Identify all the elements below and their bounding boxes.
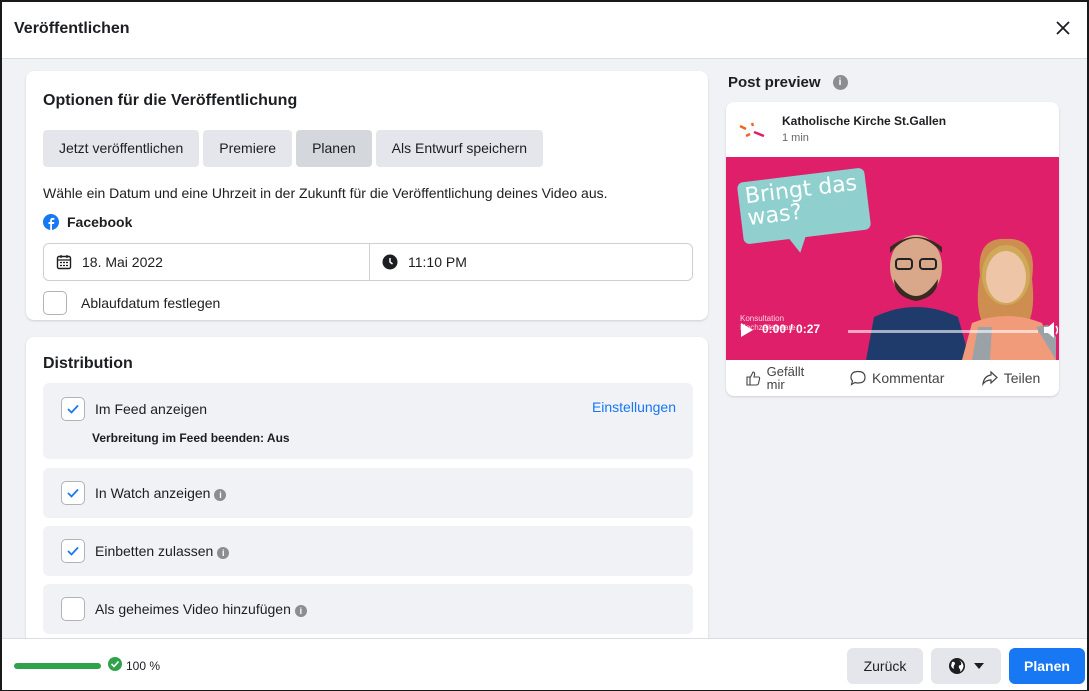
platform-label: Facebook — [43, 214, 132, 230]
back-button[interactable]: Zurück — [847, 648, 923, 684]
page-name: Katholische Kirche St.Gallen — [782, 114, 947, 128]
preview-title: Post preview i — [728, 74, 848, 91]
distribution-card: Distribution Im Feed anzeigen Einstellun… — [26, 337, 708, 638]
video-progress-track[interactable] — [848, 330, 1038, 333]
watch-checkbox[interactable] — [61, 481, 85, 505]
expiry-label: Ablaufdatum festlegen — [81, 295, 221, 311]
post-header: Katholische Kirche St.Gallen 1 min — [726, 102, 1059, 157]
feed-status: Verbreitung im Feed beenden: Aus — [92, 431, 290, 445]
secret-row: Als geheimes Video hinzufügen i — [61, 597, 307, 621]
globe-icon — [949, 658, 965, 674]
speech-bubble-tail — [781, 224, 815, 256]
date-value: 18. Mai 2022 — [82, 254, 163, 270]
video-time: 0:00 / 0:27 — [762, 322, 821, 336]
post-preview-card: Katholische Kirche St.Gallen 1 min Bring… — [726, 102, 1059, 396]
left-panel: Optionen für die Veröffentlichung Jetzt … — [2, 59, 720, 638]
dialog-footer: 100 % Zurück Planen — [2, 638, 1087, 690]
upload-progress-fill — [14, 663, 101, 669]
close-icon[interactable] — [1051, 16, 1075, 40]
check-icon — [67, 546, 79, 556]
like-label: Gefällt mir — [766, 364, 805, 392]
dialog-header: Veröffentlichen — [2, 2, 1087, 59]
facebook-icon — [43, 214, 59, 230]
thumbs-up-icon — [746, 371, 760, 386]
play-icon[interactable] — [740, 322, 754, 338]
check-circle-icon — [108, 657, 122, 671]
feed-row: Im Feed anzeigen — [61, 397, 207, 421]
schedule-description: Wähle ein Datum und eine Uhrzeit in der … — [43, 185, 608, 201]
share-button[interactable]: Teilen — [981, 370, 1041, 386]
post-actions: Gefällt mir Kommentar Teilen — [726, 360, 1059, 396]
time-value: 11:10 PM — [408, 254, 467, 270]
publish-mode-tabs: Jetzt veröffentlichen Premiere Planen Al… — [43, 130, 544, 167]
date-time-picker: 18. Mai 2022 11:10 PM — [43, 243, 693, 281]
comment-button[interactable]: Kommentar — [850, 370, 944, 386]
check-icon — [67, 404, 79, 414]
info-icon[interactable]: i — [217, 547, 230, 559]
date-field[interactable]: 18. Mai 2022 — [44, 244, 370, 280]
expiry-option[interactable]: Ablaufdatum festlegen — [43, 291, 220, 315]
embed-checkbox[interactable] — [61, 539, 85, 563]
publish-dialog: Veröffentlichen Optionen für die Veröffe… — [0, 0, 1089, 691]
distribution-title: Distribution — [43, 355, 133, 372]
page-logo — [739, 122, 765, 138]
watch-label: In Watch anzeigen — [95, 485, 211, 501]
embed-label: Einbetten zulassen — [95, 543, 214, 559]
clock-icon — [382, 254, 398, 270]
video-controls: Konsultation Hochzeitspaare 0:00 / 0:27 — [726, 308, 1059, 360]
volume-icon[interactable] — [1044, 320, 1058, 340]
embed-row: Einbetten zulassen i — [61, 539, 230, 563]
audience-button[interactable] — [931, 648, 1001, 684]
share-icon — [981, 370, 998, 386]
calendar-icon — [56, 255, 72, 270]
expiry-checkbox[interactable] — [43, 291, 67, 315]
info-icon[interactable]: i — [294, 605, 307, 617]
secret-checkbox[interactable] — [61, 597, 85, 621]
comment-label: Kommentar — [872, 370, 945, 386]
platform-name: Facebook — [67, 214, 133, 230]
schedule-button[interactable]: Planen — [1009, 648, 1085, 684]
upload-progress-bar — [14, 663, 101, 669]
comment-icon — [850, 370, 866, 386]
tab-publish-now[interactable]: Jetzt veröffentlichen — [43, 130, 200, 167]
upload-progress-label: 100 % — [126, 659, 161, 673]
time-field[interactable]: 11:10 PM — [370, 244, 467, 280]
dist-item-watch: In Watch anzeigen i — [43, 468, 693, 518]
feed-label: Im Feed anzeigen — [95, 401, 208, 417]
tab-schedule[interactable]: Planen — [296, 130, 372, 167]
feed-checkbox[interactable] — [61, 397, 85, 421]
feed-settings-link[interactable]: Einstellungen — [592, 399, 676, 415]
preview-title-text: Post preview — [728, 74, 821, 91]
tab-premiere[interactable]: Premiere — [203, 130, 293, 167]
info-icon[interactable]: i — [214, 489, 227, 501]
dist-item-feed: Im Feed anzeigen Einstellungen Verbreitu… — [43, 383, 693, 459]
chevron-down-icon — [974, 663, 984, 669]
options-title: Optionen für die Veröffentlichung — [43, 92, 298, 109]
like-button[interactable]: Gefällt mir — [745, 365, 813, 391]
info-icon[interactable]: i — [832, 75, 848, 90]
dist-item-secret: Als geheimes Video hinzufügen i — [43, 584, 693, 634]
tab-save-draft[interactable]: Als Entwurf speichern — [375, 130, 544, 167]
share-label: Teilen — [1003, 370, 1041, 386]
dialog-title: Veröffentlichen — [14, 20, 130, 37]
publish-options-card: Optionen für die Veröffentlichung Jetzt … — [26, 71, 708, 320]
post-time: 1 min — [782, 132, 809, 144]
secret-label: Als geheimes Video hinzufügen — [95, 601, 291, 617]
dist-item-embed: Einbetten zulassen i — [43, 526, 693, 576]
watch-row: In Watch anzeigen i — [61, 481, 227, 505]
check-icon — [67, 488, 79, 498]
video-player[interactable]: Bringt das was? Konsultation Hochzeitspa… — [726, 157, 1059, 360]
